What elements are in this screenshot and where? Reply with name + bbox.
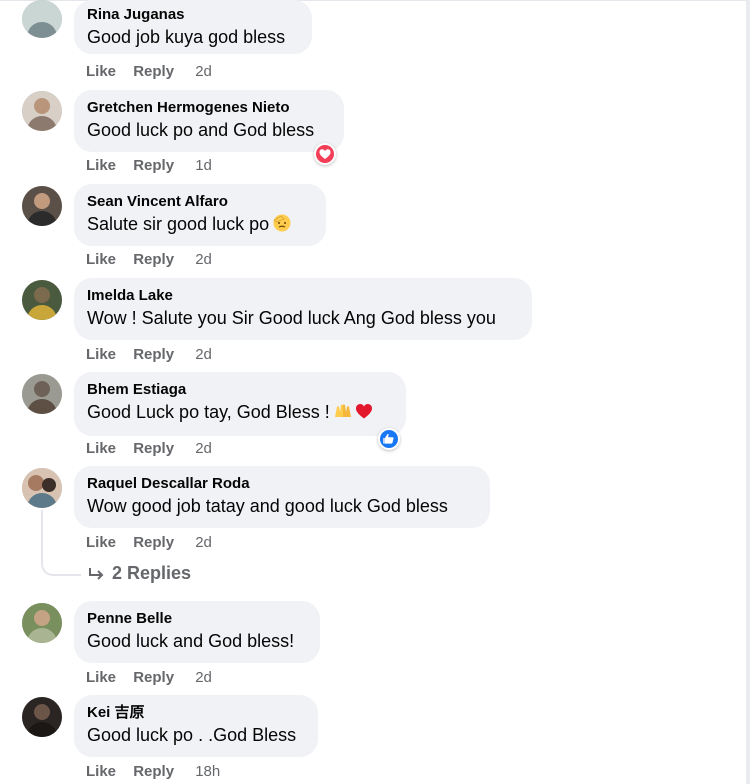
- like-button[interactable]: Like: [86, 157, 116, 174]
- comment-text-content: Good Luck po tay, God Bless !: [87, 402, 330, 422]
- comment-bubble: Kei 吉原 Good luck po . .God Bless: [74, 695, 318, 757]
- comment-actions: Like Reply 2d: [86, 669, 212, 687]
- timestamp[interactable]: 18h: [195, 763, 220, 780]
- comment-text: Good luck and God bless!: [87, 631, 295, 651]
- red-heart-emoji-icon: [355, 404, 372, 419]
- timestamp[interactable]: 2d: [195, 251, 212, 268]
- comment-bubble: Bhem Estiaga Good Luck po tay, God Bless…: [74, 372, 406, 436]
- comment-text: Good Luck po tay, God Bless !: [87, 400, 393, 424]
- commenter-name[interactable]: Imelda Lake: [87, 286, 519, 305]
- reply-button[interactable]: Reply: [133, 251, 174, 268]
- like-button[interactable]: Like: [86, 63, 116, 80]
- comment-text: Good luck po and God bless: [87, 120, 315, 140]
- comment-actions: Like Reply 2d: [86, 346, 212, 364]
- like-button[interactable]: Like: [86, 763, 116, 780]
- reply-arrow-icon: [89, 568, 104, 580]
- comment-actions: Like Reply 1d: [86, 157, 212, 175]
- commenter-name[interactable]: Gretchen Hermogenes Nieto: [87, 98, 331, 117]
- reply-button[interactable]: Reply: [133, 346, 174, 363]
- avatar[interactable]: [22, 468, 62, 508]
- avatar[interactable]: [22, 697, 62, 737]
- comment-actions: Like Reply 2d: [86, 440, 212, 458]
- commenter-name[interactable]: Raquel Descallar Roda: [87, 474, 477, 493]
- timestamp[interactable]: 2d: [195, 534, 212, 551]
- reply-button[interactable]: Reply: [133, 534, 174, 551]
- comment-bubble: Imelda Lake Wow ! Salute you Sir Good lu…: [74, 278, 532, 340]
- commenter-name[interactable]: Sean Vincent Alfaro: [87, 192, 313, 211]
- like-button[interactable]: Like: [86, 534, 116, 551]
- timestamp[interactable]: 2d: [195, 440, 212, 457]
- comment-bubble: Rina Juganas Good job kuya god bless: [74, 0, 312, 54]
- comment-bubble: Sean Vincent Alfaro Salute sir good luck…: [74, 184, 326, 246]
- comment-actions: Like Reply 18h: [86, 763, 220, 781]
- comment-text: Good luck po . .God Bless: [87, 725, 297, 745]
- avatar[interactable]: [22, 374, 62, 414]
- like-button[interactable]: Like: [86, 669, 116, 686]
- avatar[interactable]: [22, 0, 62, 38]
- comment-bubble: Raquel Descallar Roda Wow good job tatay…: [74, 466, 490, 528]
- timestamp[interactable]: 1d: [195, 157, 212, 174]
- timestamp[interactable]: 2d: [195, 346, 212, 363]
- like-button[interactable]: Like: [86, 346, 116, 363]
- avatar[interactable]: [22, 186, 62, 226]
- love-reaction-badge[interactable]: [314, 143, 336, 165]
- view-replies-link[interactable]: 2 Replies: [88, 563, 191, 584]
- thread-connector: [41, 562, 81, 576]
- like-reaction-badge[interactable]: [378, 428, 400, 450]
- comment-actions: Like Reply 2d: [86, 251, 212, 269]
- reply-button[interactable]: Reply: [133, 669, 174, 686]
- reply-button[interactable]: Reply: [133, 763, 174, 780]
- commenter-name[interactable]: Penne Belle: [87, 609, 307, 628]
- comment-text: Wow ! Salute you Sir Good luck Ang God b…: [87, 308, 496, 328]
- like-button[interactable]: Like: [86, 251, 116, 268]
- scrollbar-track[interactable]: [746, 0, 750, 784]
- reply-button[interactable]: Reply: [133, 157, 174, 174]
- comment-actions: Like Reply 2d: [86, 534, 212, 552]
- reply-button[interactable]: Reply: [133, 63, 174, 80]
- avatar[interactable]: [22, 91, 62, 131]
- timestamp[interactable]: 2d: [195, 63, 212, 80]
- commenter-name[interactable]: Bhem Estiaga: [87, 380, 393, 399]
- thread-line: [41, 510, 43, 562]
- heart-icon: [319, 149, 331, 159]
- comment-text: Salute sir good luck po: [87, 212, 313, 236]
- replies-count: 2 Replies: [112, 563, 192, 583]
- like-button[interactable]: Like: [86, 440, 116, 457]
- comment-bubble: Gretchen Hermogenes Nieto Good luck po a…: [74, 90, 344, 152]
- saluting-face-emoji-icon: [273, 214, 291, 232]
- comment-bubble: Penne Belle Good luck and God bless!: [74, 601, 320, 663]
- raised-hands-emoji-icon: [334, 404, 351, 417]
- thumbs-up-icon: [383, 433, 394, 444]
- commenter-name[interactable]: Rina Juganas: [87, 5, 299, 24]
- avatar[interactable]: [22, 280, 62, 320]
- timestamp[interactable]: 2d: [195, 669, 212, 686]
- comment-text: Wow good job tatay and good luck God ble…: [87, 496, 448, 516]
- comment-actions: Like Reply 2d: [86, 63, 212, 81]
- avatar[interactable]: [22, 603, 62, 643]
- reply-button[interactable]: Reply: [133, 440, 174, 457]
- comment-text-content: Salute sir good luck po: [87, 214, 270, 234]
- commenter-name[interactable]: Kei 吉原: [87, 703, 305, 722]
- comment-text: Good job kuya god bless: [87, 27, 286, 47]
